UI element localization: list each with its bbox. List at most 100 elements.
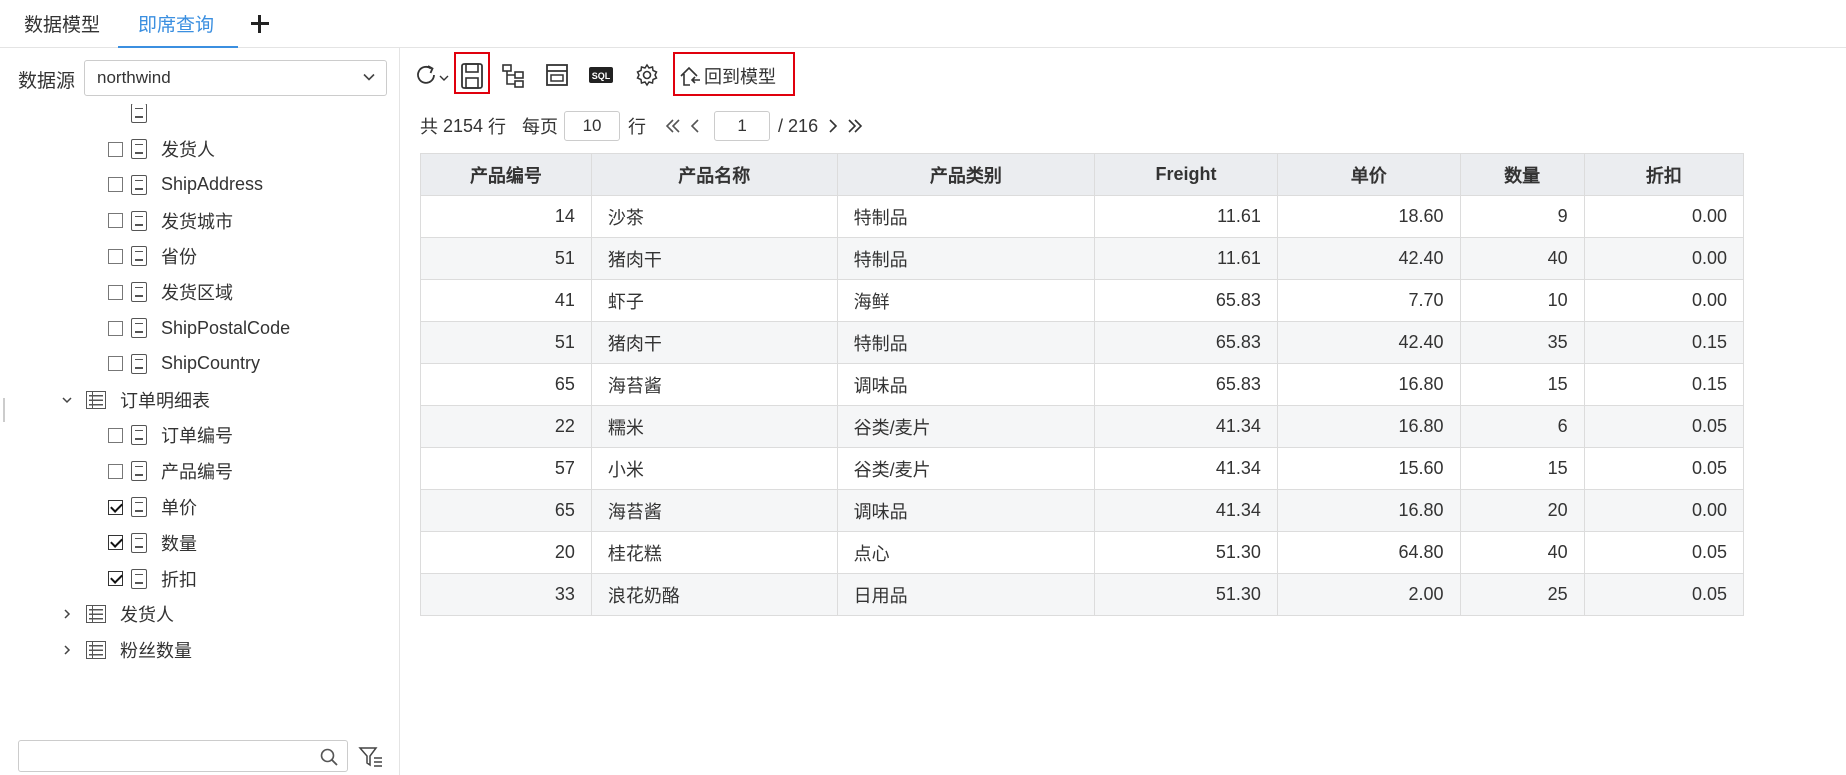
- field-checkbox[interactable]: [108, 427, 123, 443]
- field-label: ShipAddress: [161, 174, 264, 195]
- table-row[interactable]: 33 浪花奶酪 日用品 51.30 2.00 25 0.05: [420, 573, 1745, 616]
- table-row[interactable]: 22 糯米 谷类/麦片 41.34 16.80 6 0.05: [420, 405, 1745, 448]
- prev-page-icon[interactable]: [688, 117, 702, 135]
- field-checkbox[interactable]: [108, 535, 123, 551]
- field-checkbox[interactable]: [108, 213, 123, 229]
- table-cell: 海苔酱: [590, 489, 838, 532]
- save-icon[interactable]: [459, 61, 485, 91]
- chevron-down-icon[interactable]: [60, 393, 74, 407]
- field-label: ShipPostalCode: [161, 317, 291, 338]
- table-row[interactable]: 51 猪肉干 特制品 65.83 42.40 35 0.15: [420, 321, 1745, 364]
- rows-suffix: 行: [628, 117, 647, 137]
- last-page-icon[interactable]: [846, 117, 864, 135]
- column-header[interactable]: 产品编号: [420, 153, 592, 196]
- table-icon: [86, 641, 106, 660]
- filter-icon[interactable]: [358, 744, 384, 770]
- field-search-input[interactable]: [18, 740, 348, 772]
- tree-field-item[interactable]: 数量: [108, 528, 197, 558]
- field-checkbox[interactable]: [108, 356, 123, 372]
- page-input[interactable]: [714, 111, 771, 141]
- column-header[interactable]: 单价: [1276, 153, 1461, 196]
- field-label: 省份: [161, 247, 197, 268]
- table-row[interactable]: 20 桂花糕 点心 51.30 64.80 40 0.05: [420, 531, 1745, 574]
- field-label: 发货人: [161, 140, 215, 160]
- field-checkbox[interactable]: [108, 141, 123, 157]
- tree-field-item[interactable]: 折扣: [108, 564, 197, 594]
- table-header-row: 产品编号 产品名称 产品类别 Freight 单价 数量 折扣: [420, 153, 1745, 196]
- table-cell: 虾子: [590, 279, 838, 322]
- datasource-select[interactable]: northwind: [84, 60, 387, 96]
- field-tree: 发货人 ShipAddress 发货城市省份发货区域 ShipPostalCode Sh…: [0, 104, 398, 664]
- tree-field-item[interactable]: 产品编号: [108, 456, 233, 486]
- table-cell: 7.70: [1276, 279, 1461, 322]
- field-icon: [131, 425, 147, 446]
- table-cell: 51.30: [1094, 573, 1278, 616]
- table-cell: 41.34: [1094, 447, 1278, 490]
- tree-item-partial: [108, 104, 161, 128]
- field-checkbox[interactable]: [108, 177, 123, 193]
- table-cell: 9: [1459, 195, 1585, 238]
- table-row[interactable]: 57 小米 谷类/麦片 41.34 15.60 15 0.05: [420, 447, 1745, 490]
- relation-diagram-icon[interactable]: [500, 60, 526, 90]
- per-page-input[interactable]: [564, 111, 621, 141]
- table-cell: 11.61: [1094, 237, 1278, 280]
- field-checkbox[interactable]: [108, 499, 123, 515]
- table-cell: 65.83: [1094, 363, 1278, 406]
- tree-field-item[interactable]: 订单编号: [108, 420, 233, 450]
- table-cell: 40: [1459, 237, 1585, 280]
- table-row[interactable]: 65 海苔酱 调味品 65.83 16.80 15 0.15: [420, 363, 1745, 406]
- field-checkbox[interactable]: [108, 248, 123, 264]
- tree-field-item[interactable]: 发货城市: [108, 206, 233, 236]
- total-prefix: 共: [420, 117, 438, 137]
- table-row[interactable]: 41 虾子 海鲜 65.83 7.70 10 0.00: [420, 279, 1745, 322]
- field-checkbox[interactable]: [108, 320, 123, 336]
- tree-field-item[interactable]: 省份: [108, 241, 197, 271]
- next-page-icon[interactable]: [826, 117, 840, 135]
- panel-resize-handle[interactable]: [3, 398, 5, 422]
- tree-field-item[interactable]: 发货人: [108, 134, 215, 164]
- table-cell: 海苔酱: [590, 363, 838, 406]
- tab-adhoc-query[interactable]: 即席查询: [117, 0, 239, 48]
- total-suffix: 行: [488, 117, 507, 137]
- chevron-right-icon[interactable]: [60, 643, 74, 657]
- field-checkbox[interactable]: [108, 463, 123, 479]
- table-cell: 谷类/麦片: [836, 447, 1096, 490]
- tree-field-item[interactable]: ShipAddress: [108, 170, 263, 200]
- back-to-model-button[interactable]: 回到模型: [678, 62, 776, 90]
- add-tab-icon[interactable]: [246, 10, 274, 38]
- table-row[interactable]: 14 沙茶 特制品 11.61 18.60 9 0.00: [420, 195, 1745, 238]
- table-cell: 51.30: [1094, 531, 1278, 574]
- tree-table-item[interactable]: 发货人: [60, 599, 174, 629]
- tree-field-item[interactable]: ShipCountry: [108, 349, 260, 379]
- table-row[interactable]: 51 猪肉干 特制品 11.61 42.40 40 0.00: [420, 237, 1745, 280]
- field-checkbox[interactable]: [108, 571, 123, 587]
- tree-table-item[interactable]: 粉丝数量: [60, 635, 192, 664]
- first-page-icon[interactable]: [664, 117, 682, 135]
- tree-field-item[interactable]: 发货区域: [108, 277, 233, 307]
- left-panel: 数据源 northwind 发货人 ShipAddress 发货城市 省份 发货区域 Sh…: [0, 48, 400, 775]
- field-checkbox[interactable]: [108, 284, 123, 300]
- table-row[interactable]: 65 海苔酱 调味品 41.34 16.80 20 0.00: [420, 489, 1745, 532]
- tree-field-item[interactable]: ShipPostalCode: [108, 313, 290, 343]
- tree-field-item[interactable]: 单价: [108, 492, 197, 522]
- table-icon: [86, 390, 106, 409]
- chevron-right-icon[interactable]: [60, 607, 74, 621]
- settings-icon[interactable]: [634, 60, 660, 90]
- column-header[interactable]: 产品名称: [590, 153, 838, 196]
- preview-icon[interactable]: [544, 60, 570, 90]
- back-to-model-label: 回到模型: [704, 67, 776, 87]
- tab-data-model[interactable]: 数据模型: [24, 0, 100, 48]
- search-icon: [320, 748, 338, 766]
- refresh-icon[interactable]: [414, 60, 438, 90]
- column-header[interactable]: Freight: [1094, 153, 1278, 196]
- table-cell: 0.05: [1583, 573, 1745, 616]
- refresh-dropdown-icon[interactable]: [438, 60, 450, 90]
- column-header[interactable]: 数量: [1459, 153, 1585, 196]
- sql-icon[interactable]: SQL: [588, 60, 614, 90]
- datasource-value: northwind: [97, 68, 171, 87]
- table-cell: 20: [420, 531, 592, 574]
- per-page-label: 每页: [522, 117, 559, 137]
- tree-table-item[interactable]: 订单明细表: [60, 385, 210, 415]
- column-header[interactable]: 产品类别: [836, 153, 1096, 196]
- column-header[interactable]: 折扣: [1583, 153, 1745, 196]
